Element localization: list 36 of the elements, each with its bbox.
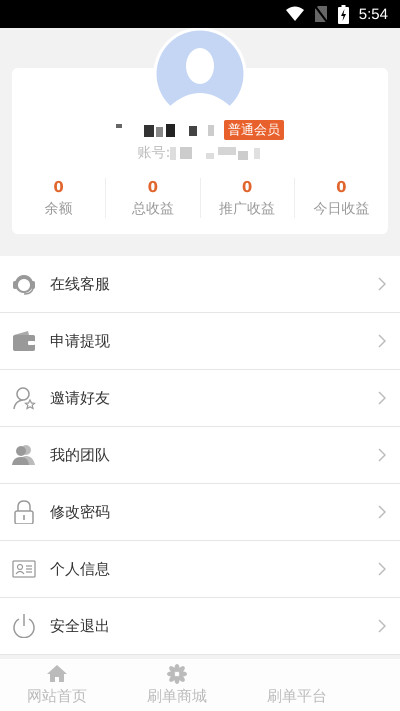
chevron-icon <box>378 619 386 633</box>
stat-label: 总收益 <box>132 200 174 218</box>
battery-icon <box>338 4 349 24</box>
stat-value: 0 <box>148 178 158 196</box>
chevron-icon <box>378 505 386 519</box>
stat-label: 今日收益 <box>313 200 370 218</box>
users-icon <box>12 443 36 467</box>
menu-item[interactable]: 在线客服 <box>0 256 400 313</box>
chevron-icon <box>378 277 386 291</box>
menu-item[interactable]: 个人信息 <box>0 541 400 598</box>
wallet-icon <box>12 329 36 353</box>
no-sim-icon <box>314 5 328 23</box>
lock-icon <box>12 500 36 524</box>
menu-item[interactable]: 申请提现 <box>0 313 400 370</box>
menu-item[interactable]: 安全退出 <box>0 598 400 655</box>
menu-item[interactable]: 我的团队 <box>0 427 400 484</box>
chevron-icon <box>378 562 386 576</box>
menu-item[interactable]: 邀请好友 <box>0 370 400 427</box>
stat-value: 0 <box>53 178 64 196</box>
account-label: 账号: <box>138 144 170 162</box>
home-icon <box>47 664 67 684</box>
power-icon <box>12 614 36 638</box>
clock-time: 5:54 <box>358 6 388 22</box>
member-badge: 普通会员 <box>224 120 284 140</box>
headset-icon <box>12 272 36 296</box>
user-star-icon <box>12 386 36 410</box>
stat-label: 推广收益 <box>219 200 276 218</box>
flower-icon <box>167 664 187 684</box>
wifi-icon <box>286 6 304 22</box>
chevron-icon <box>378 448 386 462</box>
stat-value: 0 <box>242 178 252 196</box>
chevron-icon <box>378 334 386 348</box>
chevron-icon <box>378 391 386 405</box>
stat-value: 0 <box>336 178 347 196</box>
stat-label: 余额 <box>44 200 73 218</box>
menu-item[interactable]: 修改密码 <box>0 484 400 541</box>
